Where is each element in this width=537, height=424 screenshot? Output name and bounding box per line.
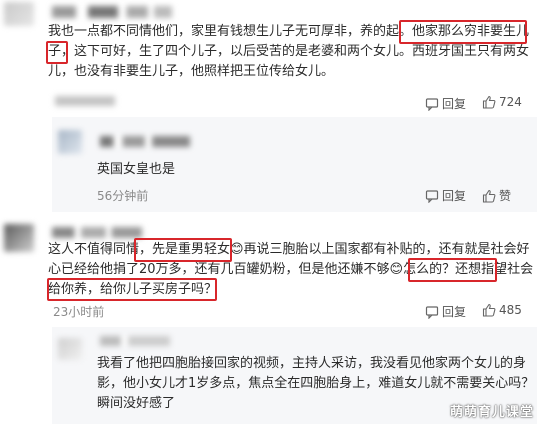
watermark: 萌萌育儿课堂 [450,405,535,420]
reply-text-line: 瞬间没好感了 [97,396,176,411]
timestamp: 56分钟前 [97,189,149,203]
username[interactable] [100,136,190,147]
reply-button[interactable]: 回复 [425,95,466,112]
like-count: 724 [499,95,522,109]
highlight-box [47,278,217,301]
like-button[interactable]: 赞 [482,187,511,204]
thumbs-up-icon [482,303,496,317]
avatar[interactable] [4,224,34,252]
like-label: 赞 [499,189,512,203]
reply-icon [425,97,439,111]
username[interactable] [100,336,170,346]
highlight-box [134,238,232,262]
reply-label: 回复 [442,189,467,203]
comment-text-line: 儿，也没有非要生儿子，他照样把王位传给女儿。 [48,64,335,79]
username[interactable] [52,6,172,18]
avatar[interactable] [4,2,34,26]
reply-text-line: 影，他小女儿才1岁多点，焦点全在四胞胎身上，难道女儿就不需要关心吗？ [97,376,535,391]
username[interactable] [52,227,142,238]
reply-text: 英国女皇也是 [97,162,176,177]
comment-text-line: 这人不值得同情，先是重男轻女😊再说三胞胎以上国家都有补贴的，还有就是社会好 [48,242,530,257]
avatar[interactable] [58,130,82,154]
like-button[interactable]: 485 [482,303,522,317]
like-count: 485 [499,303,522,317]
reply-label: 回复 [442,305,467,319]
reply-icon [425,189,439,203]
reply-icon [425,305,439,319]
like-button[interactable]: 724 [482,95,522,109]
meta-blur [55,96,115,106]
reply-button[interactable]: 回复 [425,187,466,204]
reply-text-line: 我看了他把四胞胎接回家的视频，主持人采访，我没看见他家两个女儿的身 [97,356,527,371]
comment-text-line: 子，这下可好，生了四个儿子，以后受苦的是老婆和两个女儿。西班牙国王只有两女 [48,44,530,59]
highlight-box [399,20,527,44]
highlight-box [408,258,497,282]
thumbs-up-icon [482,95,496,109]
reply-button[interactable]: 回复 [425,303,466,320]
reply-label: 回复 [442,97,467,111]
thumbs-up-icon [482,189,496,203]
timestamp: 23小时前 [53,305,105,319]
avatar[interactable] [58,338,82,360]
highlight-box [46,41,68,64]
